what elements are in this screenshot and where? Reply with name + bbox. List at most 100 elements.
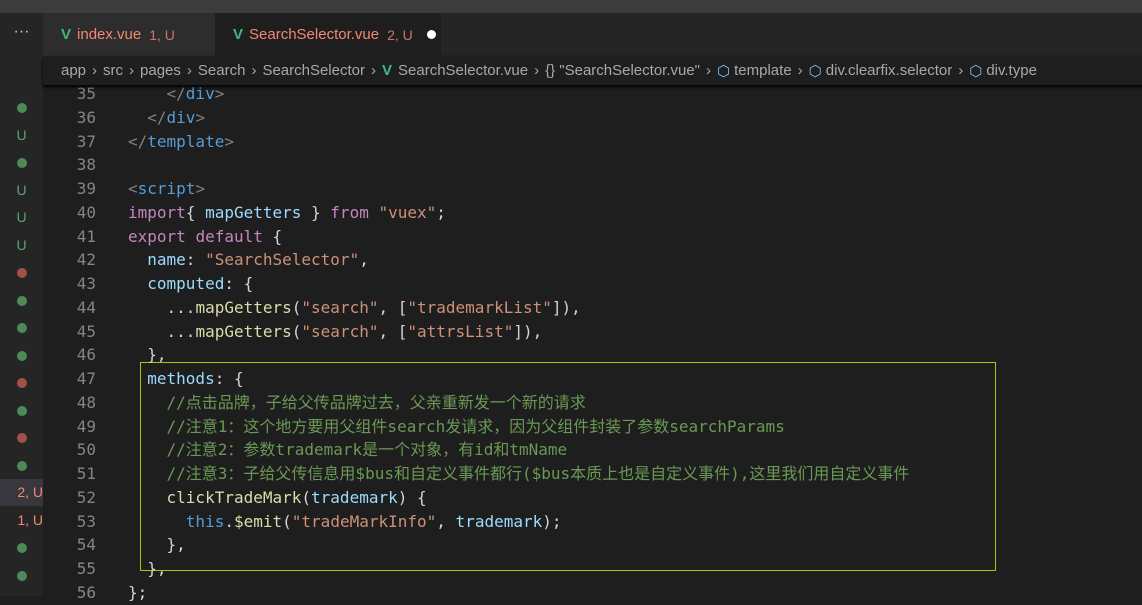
code-token: name bbox=[147, 250, 186, 270]
line-number: 41 bbox=[76, 226, 96, 246]
status-badge: U bbox=[16, 236, 27, 253]
line-number: 51 bbox=[76, 464, 96, 483]
line-number: 38 bbox=[76, 155, 96, 175]
code-line: clickTradeMark(trademark) { bbox=[128, 486, 427, 510]
code-token: trademark bbox=[455, 511, 543, 531]
code-token: }; bbox=[128, 582, 148, 602]
code-token: "SearchSelector" bbox=[205, 250, 360, 270]
code-line: </div> bbox=[128, 82, 225, 106]
line-number: 39 bbox=[76, 179, 96, 198]
status-dot-icon bbox=[0, 452, 43, 479]
breadcrumb-item[interactable]: pages bbox=[140, 62, 181, 79]
vue-icon: V bbox=[382, 62, 393, 79]
code-token: clickTradeMark bbox=[166, 487, 302, 507]
chevron-right-icon: › bbox=[371, 62, 376, 79]
status-badge: 2, U bbox=[0, 479, 43, 506]
code-token: }, bbox=[128, 559, 167, 578]
more-actions-button[interactable]: ··· bbox=[0, 13, 43, 56]
code-token: mapGetters bbox=[195, 321, 292, 341]
code-token: template bbox=[147, 131, 225, 151]
breadcrumb-item[interactable]: app bbox=[61, 62, 86, 79]
code-token: . bbox=[224, 511, 234, 531]
code-token: "search" bbox=[301, 321, 379, 341]
status-dot-icon bbox=[0, 562, 43, 589]
chevron-right-icon: › bbox=[958, 62, 964, 79]
code-token: , bbox=[359, 250, 369, 270]
line-number: 42 bbox=[76, 250, 96, 270]
code-token: </ bbox=[128, 131, 148, 151]
chevron-right-icon: › bbox=[129, 62, 135, 79]
line-number: 45 bbox=[76, 321, 96, 341]
tab-bar: V index.vue 1, U V SearchSelector.vue 2,… bbox=[43, 13, 1142, 56]
code-token: export bbox=[128, 226, 186, 246]
code-line: //注意2：参数trademark是一个对象，有id和tmName bbox=[128, 438, 568, 462]
code-line: computed: { bbox=[128, 272, 253, 296]
status-badge: U bbox=[16, 126, 27, 143]
code-token: "search" bbox=[301, 297, 379, 317]
code-line: export default { bbox=[128, 225, 282, 249]
code-token: { bbox=[262, 226, 283, 246]
breadcrumb-item[interactable]: div.clearfix.selector bbox=[826, 62, 952, 79]
code-token: from bbox=[330, 202, 369, 222]
line-number: 40 bbox=[76, 202, 96, 222]
breadcrumb-item[interactable]: div.type bbox=[986, 62, 1037, 79]
line-number: 35 bbox=[76, 84, 96, 103]
breadcrumb-item[interactable]: {} "SearchSelector.vue" bbox=[545, 62, 700, 79]
code-token: , [ bbox=[378, 321, 408, 341]
code-token: import bbox=[128, 202, 186, 222]
code-token: //注意2：参数trademark是一个对象，有id和tmName bbox=[128, 440, 568, 460]
code-token: > bbox=[195, 179, 206, 198]
breadcrumb-item[interactable]: src bbox=[103, 62, 123, 79]
code-token: //注意3：子给父传信息用$bus和自定义事件都行($bus本质上也是自定义事件… bbox=[128, 464, 910, 483]
code-token: this bbox=[185, 511, 225, 531]
code-token: } bbox=[301, 202, 331, 222]
cube-icon: ⬡ bbox=[969, 62, 983, 80]
code-line: this.$emit("tradeMarkInfo", trademark); bbox=[128, 510, 562, 534]
code-line: }, bbox=[128, 533, 186, 557]
line-number: 52 bbox=[76, 487, 96, 507]
line-number: 49 bbox=[76, 416, 96, 436]
code-line: </template> bbox=[128, 130, 234, 154]
line-number: 53 bbox=[76, 511, 96, 531]
breadcrumb-item[interactable]: Search bbox=[198, 62, 246, 79]
chevron-right-icon: › bbox=[251, 62, 257, 79]
code-token: trademark bbox=[311, 487, 398, 507]
status-dot-icon bbox=[0, 287, 43, 314]
code-line: }; bbox=[128, 581, 147, 605]
tab-label: SearchSelector.vue bbox=[249, 26, 380, 43]
breadcrumb-item[interactable]: template bbox=[734, 62, 792, 79]
code-token: < bbox=[128, 179, 138, 198]
code-token: ( bbox=[291, 297, 302, 317]
code-token: ... bbox=[128, 297, 196, 317]
line-number: 44 bbox=[76, 297, 96, 317]
code-editor[interactable]: 35 </div> 36 </div> 37 </template> 38 39 <scri… bbox=[43, 82, 1142, 602]
code-token: : bbox=[185, 250, 206, 270]
code-line: ...mapGetters("search", ["trademarkList"… bbox=[128, 296, 581, 320]
status-dot-icon bbox=[0, 534, 43, 561]
code-token: { bbox=[185, 202, 206, 222]
status-badge: U bbox=[16, 181, 27, 198]
code-token: "vuex" bbox=[378, 202, 437, 222]
code-token: > bbox=[224, 131, 234, 151]
tab-index-vue[interactable]: V index.vue 1, U bbox=[43, 13, 215, 56]
breadcrumb-item[interactable]: SearchSelector bbox=[262, 62, 365, 79]
unsaved-dot-icon[interactable] bbox=[426, 30, 436, 39]
line-number: 50 bbox=[76, 440, 96, 460]
code-token: "trademarkList" bbox=[407, 297, 552, 317]
breadcrumb-item[interactable]: SearchSelector.vue bbox=[398, 62, 528, 79]
code-line: }, bbox=[128, 343, 166, 367]
code-token: ( bbox=[301, 487, 312, 507]
status-badge: U bbox=[16, 209, 27, 225]
code-line: //注意1：这个地方要用父组件search发请求，因为父组件封装了参数searc… bbox=[128, 415, 785, 439]
code-line: </div> bbox=[128, 106, 205, 130]
code-token: , [ bbox=[378, 297, 408, 317]
chevron-right-icon: › bbox=[534, 62, 540, 79]
tab-searchselector-vue[interactable]: V SearchSelector.vue 2, U bbox=[215, 13, 441, 56]
code-token: ... bbox=[128, 321, 196, 341]
line-number: 56 bbox=[76, 582, 96, 602]
code-token: "attrsList" bbox=[407, 321, 514, 341]
vue-icon: V bbox=[61, 26, 72, 43]
